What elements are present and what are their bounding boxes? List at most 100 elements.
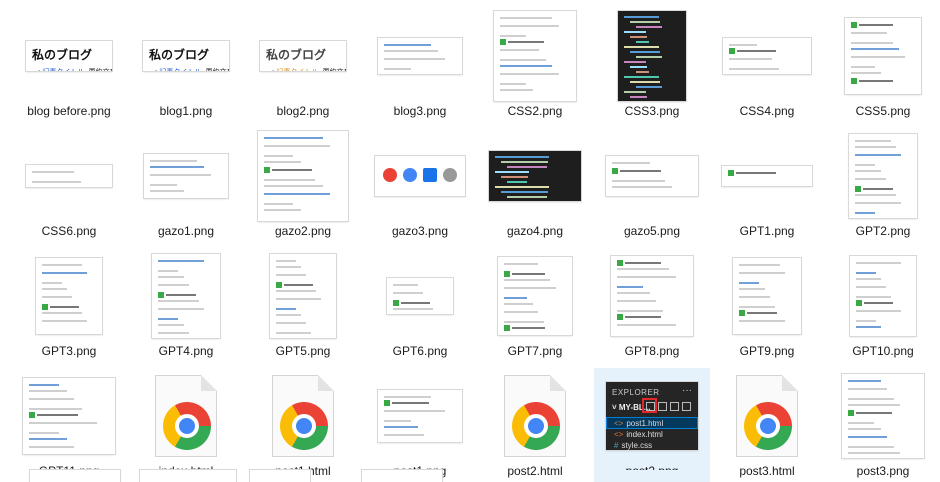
file-item[interactable]: gazo4.png xyxy=(477,128,593,244)
bullet-mark xyxy=(739,310,745,316)
article-link: 記事タイトル xyxy=(42,69,84,71)
file-item[interactable]: CSS2.png xyxy=(477,8,593,124)
bullet-mark xyxy=(158,292,164,298)
file-thumbnail-area xyxy=(825,368,940,464)
text-line xyxy=(617,324,676,326)
file-name: CSS3.png xyxy=(624,104,680,118)
file-item[interactable]: blog3.png xyxy=(362,8,478,124)
code-line xyxy=(630,96,647,98)
file-thumbnail-area xyxy=(709,368,825,464)
file-item[interactable]: CSS3.png xyxy=(594,8,710,124)
text-line xyxy=(37,414,78,416)
page-fold xyxy=(782,375,798,391)
file-item[interactable]: GPT5.png xyxy=(245,248,361,364)
text-line xyxy=(859,24,893,26)
file-name: blog1.png xyxy=(159,104,213,118)
file-item[interactable]: post1.html xyxy=(245,368,361,482)
file-item[interactable]: gazo1.png xyxy=(128,128,244,244)
text-line xyxy=(500,25,559,27)
file-item[interactable]: 私のブログ • 記事タイトル- 要約文1 blog2.png xyxy=(245,8,361,124)
page-fold xyxy=(201,375,217,391)
text-line xyxy=(158,276,184,278)
file-item[interactable]: CSS6.png xyxy=(11,128,127,244)
file-item[interactable]: gazo3.png xyxy=(362,128,478,244)
bullet-mark xyxy=(264,167,270,173)
file-item[interactable]: 私のブログ • 記事タイトル- 要約文1 blog before.png xyxy=(11,8,127,124)
file-thumbnail-area xyxy=(594,248,710,344)
file-item[interactable]: CSS5.png xyxy=(825,8,940,124)
text-line xyxy=(384,50,438,52)
file-thumbnail-area xyxy=(11,368,127,464)
file-name: gazo4.png xyxy=(506,224,564,238)
image-thumbnail xyxy=(494,11,576,101)
file-item[interactable]: GPT4.png xyxy=(128,248,244,364)
text-line xyxy=(856,272,876,274)
text-line xyxy=(729,44,757,46)
file-item[interactable]: gazo2.png xyxy=(245,128,361,244)
file-name: CSS4.png xyxy=(739,104,795,118)
text-line xyxy=(500,59,546,61)
bullet-mark xyxy=(500,39,506,45)
image-thumbnail xyxy=(152,254,220,338)
file-item[interactable]: index.html xyxy=(128,368,244,482)
file-item[interactable]: post3.html xyxy=(709,368,825,482)
text-line xyxy=(500,35,526,37)
file-thumbnail-area xyxy=(825,128,940,224)
code-line xyxy=(507,196,547,198)
code-line xyxy=(501,161,548,163)
image-thumbnail: EXPLORER ··· ˅ MY-BL... <> post1.html <> index… xyxy=(606,382,698,450)
image-thumbnail xyxy=(378,390,462,442)
text-line xyxy=(739,320,785,322)
file-item[interactable]: post1.png xyxy=(362,368,478,482)
file-item[interactable]: EXPLORER ··· ˅ MY-BL... <> post1.html <> index… xyxy=(594,368,710,482)
article-link: 記事タイトル xyxy=(159,69,201,71)
file-item[interactable]: GPT10.png xyxy=(825,248,940,364)
file-item[interactable]: GPT11.png xyxy=(11,368,127,482)
text-line xyxy=(276,308,296,310)
file-item[interactable]: GPT7.png xyxy=(477,248,593,364)
image-thumbnail xyxy=(489,151,581,201)
text-line xyxy=(393,292,423,294)
file-name: post3.html xyxy=(739,464,795,478)
file-item[interactable]: GPT1.png xyxy=(709,128,825,244)
text-line xyxy=(276,260,296,262)
file-name: CSS2.png xyxy=(507,104,563,118)
file-thumbnail-area: 私のブログ • 記事タイトル- 要約文1 xyxy=(128,8,244,104)
file-item[interactable]: post2.html xyxy=(477,368,593,482)
image-thumbnail xyxy=(849,134,917,218)
code-line xyxy=(630,66,647,68)
file-item[interactable]: CSS4.png xyxy=(709,8,825,124)
code-line xyxy=(624,76,659,78)
text-line xyxy=(384,396,431,398)
bullet-mark xyxy=(856,300,862,306)
text-line xyxy=(29,422,97,424)
page-fold xyxy=(318,375,334,391)
file-item[interactable]: GPT6.png xyxy=(362,248,478,364)
text-line xyxy=(504,321,544,323)
bullet-mark xyxy=(276,282,282,288)
text-line xyxy=(617,300,656,302)
text-line xyxy=(264,137,323,139)
code-line xyxy=(630,21,660,23)
chrome-icon xyxy=(744,402,792,450)
file-item[interactable]: GPT8.png xyxy=(594,248,710,364)
code-line xyxy=(495,186,549,188)
file-item[interactable]: post3.png xyxy=(825,368,940,482)
file-thumbnail-area xyxy=(362,368,478,464)
file-name: gazo3.png xyxy=(391,224,449,238)
file-item[interactable]: GPT3.png xyxy=(11,248,127,364)
text-line xyxy=(739,296,770,298)
text-line xyxy=(384,420,411,422)
text-line xyxy=(855,146,896,148)
text-line xyxy=(512,273,545,275)
html-file-icon xyxy=(504,375,566,457)
file-item[interactable]: gazo5.png xyxy=(594,128,710,244)
text-line xyxy=(848,446,894,448)
file-item[interactable]: GPT9.png xyxy=(709,248,825,364)
text-line xyxy=(166,294,196,296)
image-thumbnail xyxy=(733,258,801,334)
file-item[interactable]: 私のブログ • 記事タイトル- 要約文1 blog1.png xyxy=(128,8,244,124)
file-item[interactable]: GPT2.png xyxy=(825,128,940,244)
code-line xyxy=(636,86,662,88)
text-line xyxy=(42,264,82,266)
